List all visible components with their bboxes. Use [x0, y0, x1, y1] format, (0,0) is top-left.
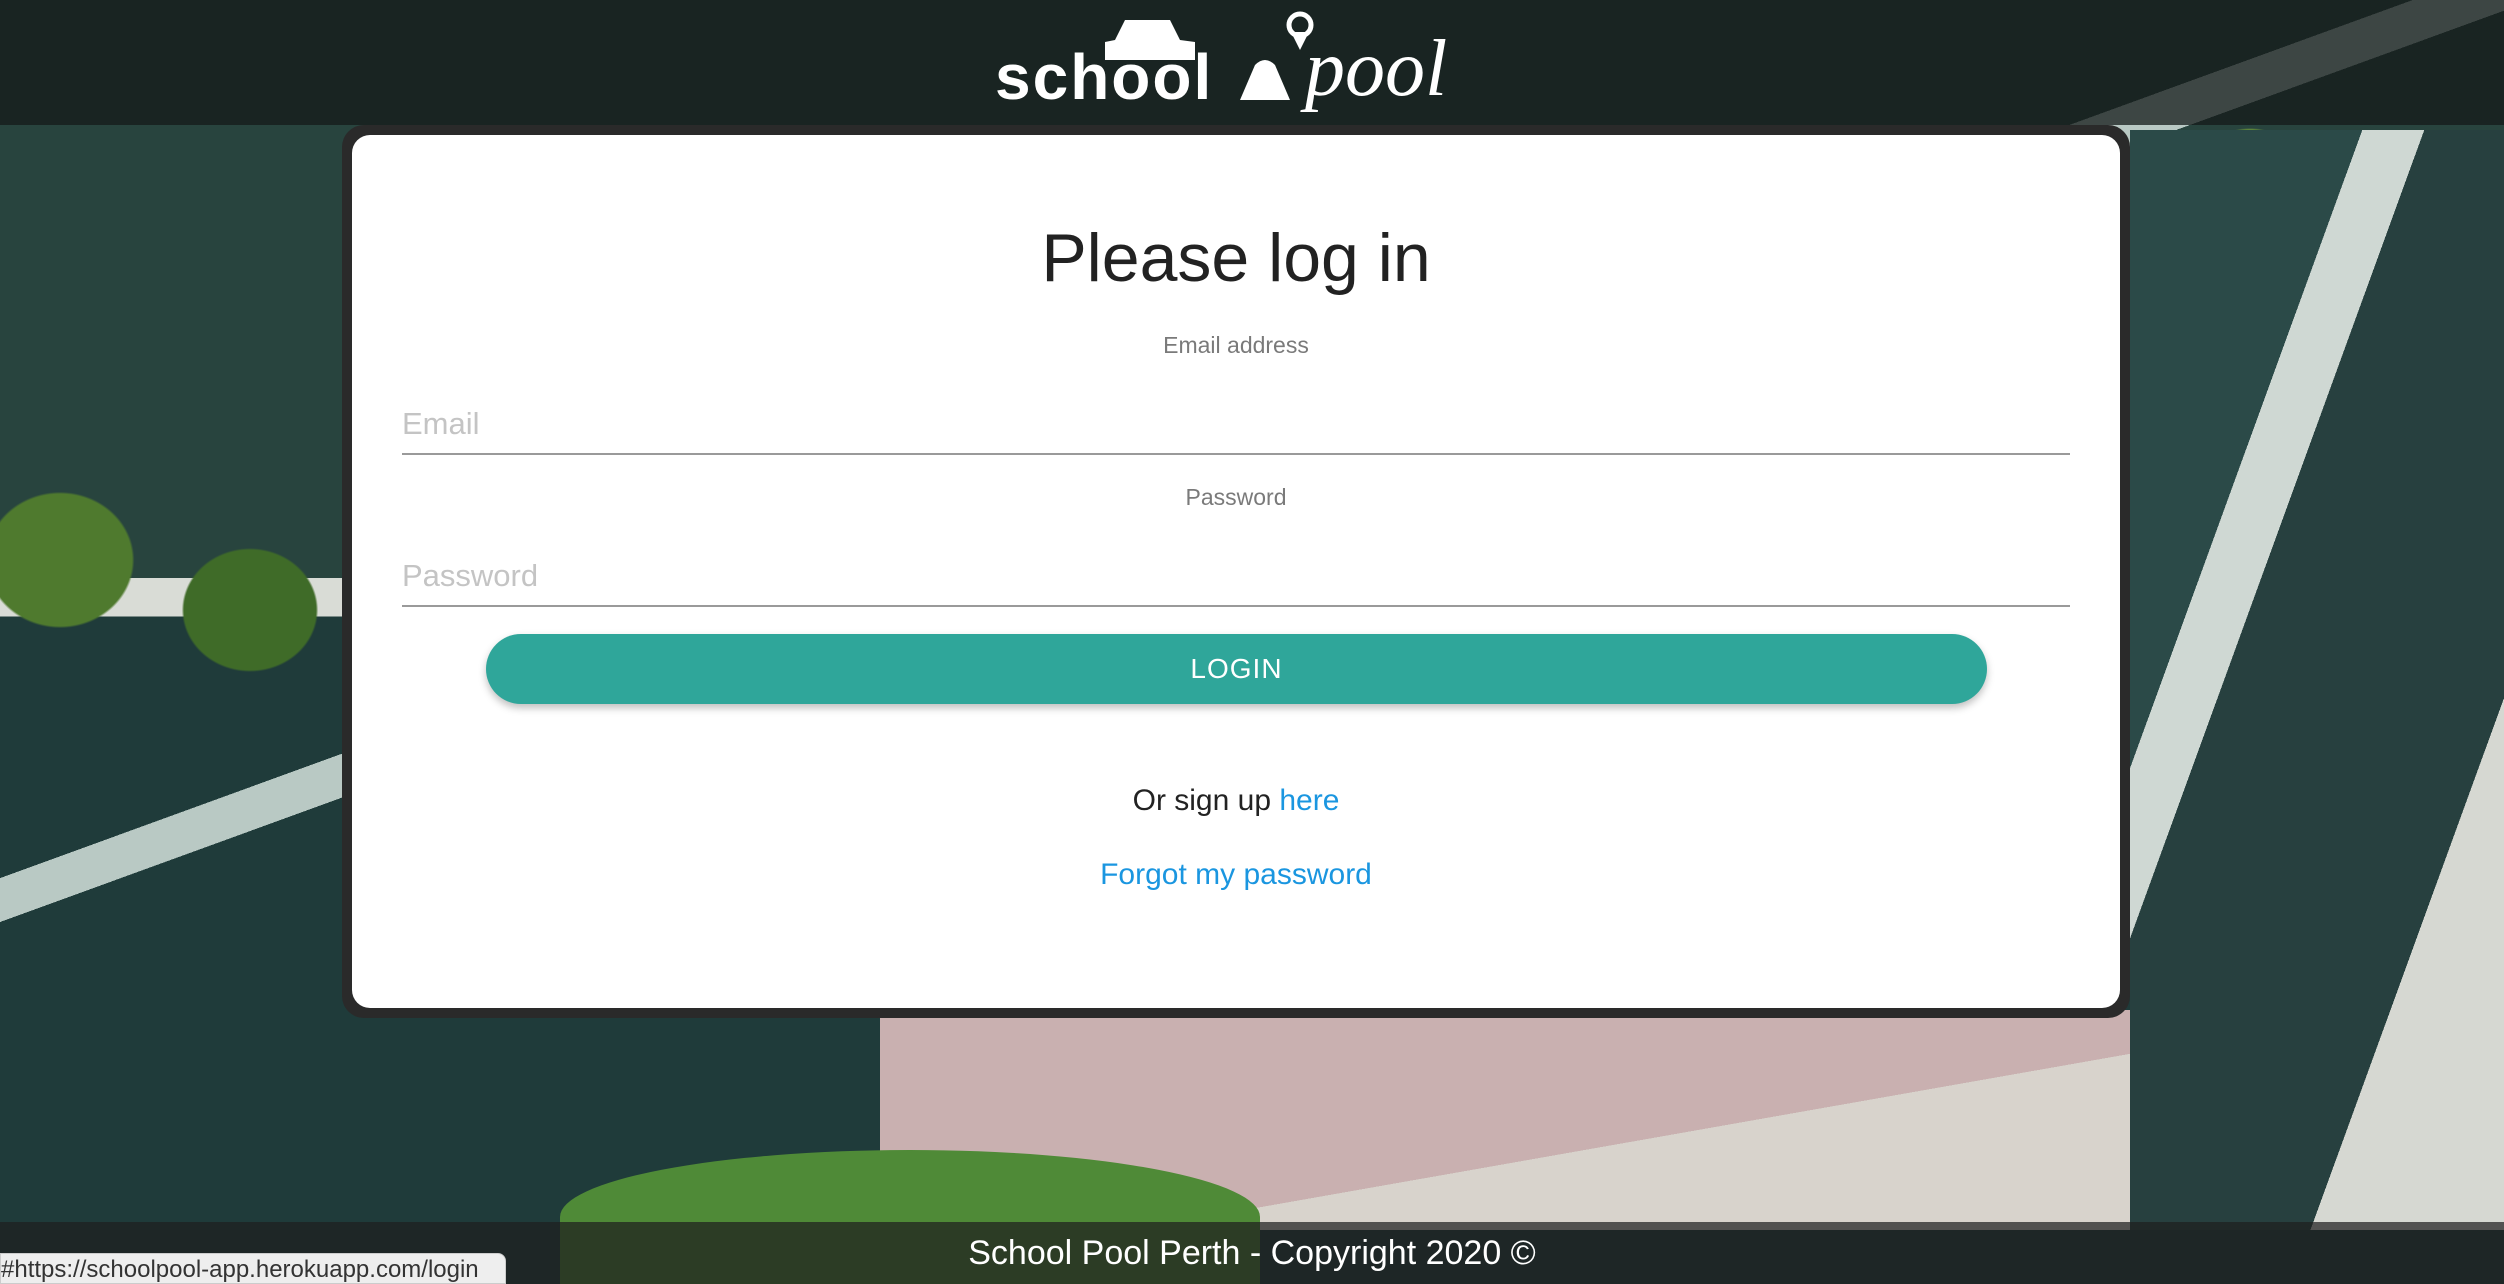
background-image [2130, 130, 2504, 1230]
car-road-pin-icon [1105, 11, 1314, 100]
logo-text-pool: pool [1305, 25, 1448, 113]
email-input[interactable] [402, 395, 2070, 455]
login-card: Please log in Email address Password LOG… [352, 135, 2120, 1008]
forgot-password-link[interactable]: Forgot my password [1100, 858, 1372, 891]
login-button[interactable]: LOGIN [486, 634, 1987, 704]
header-bar: school pool [0, 0, 2504, 125]
status-bar-url: https://schoolpool-app.herokuapp.com/log… [0, 1253, 506, 1284]
signup-prefix: Or sign up [1132, 784, 1280, 817]
page-title: Please log in [1041, 220, 1431, 296]
signup-text: Or sign up here [352, 784, 2120, 818]
password-input[interactable] [402, 547, 2070, 607]
signup-link[interactable]: here [1279, 784, 1339, 817]
password-label: Password [1185, 484, 1287, 510]
logo[interactable]: school pool [995, 10, 1485, 113]
forgot-password-row: Forgot my password [352, 858, 2120, 892]
email-label: Email address [1163, 332, 1309, 358]
